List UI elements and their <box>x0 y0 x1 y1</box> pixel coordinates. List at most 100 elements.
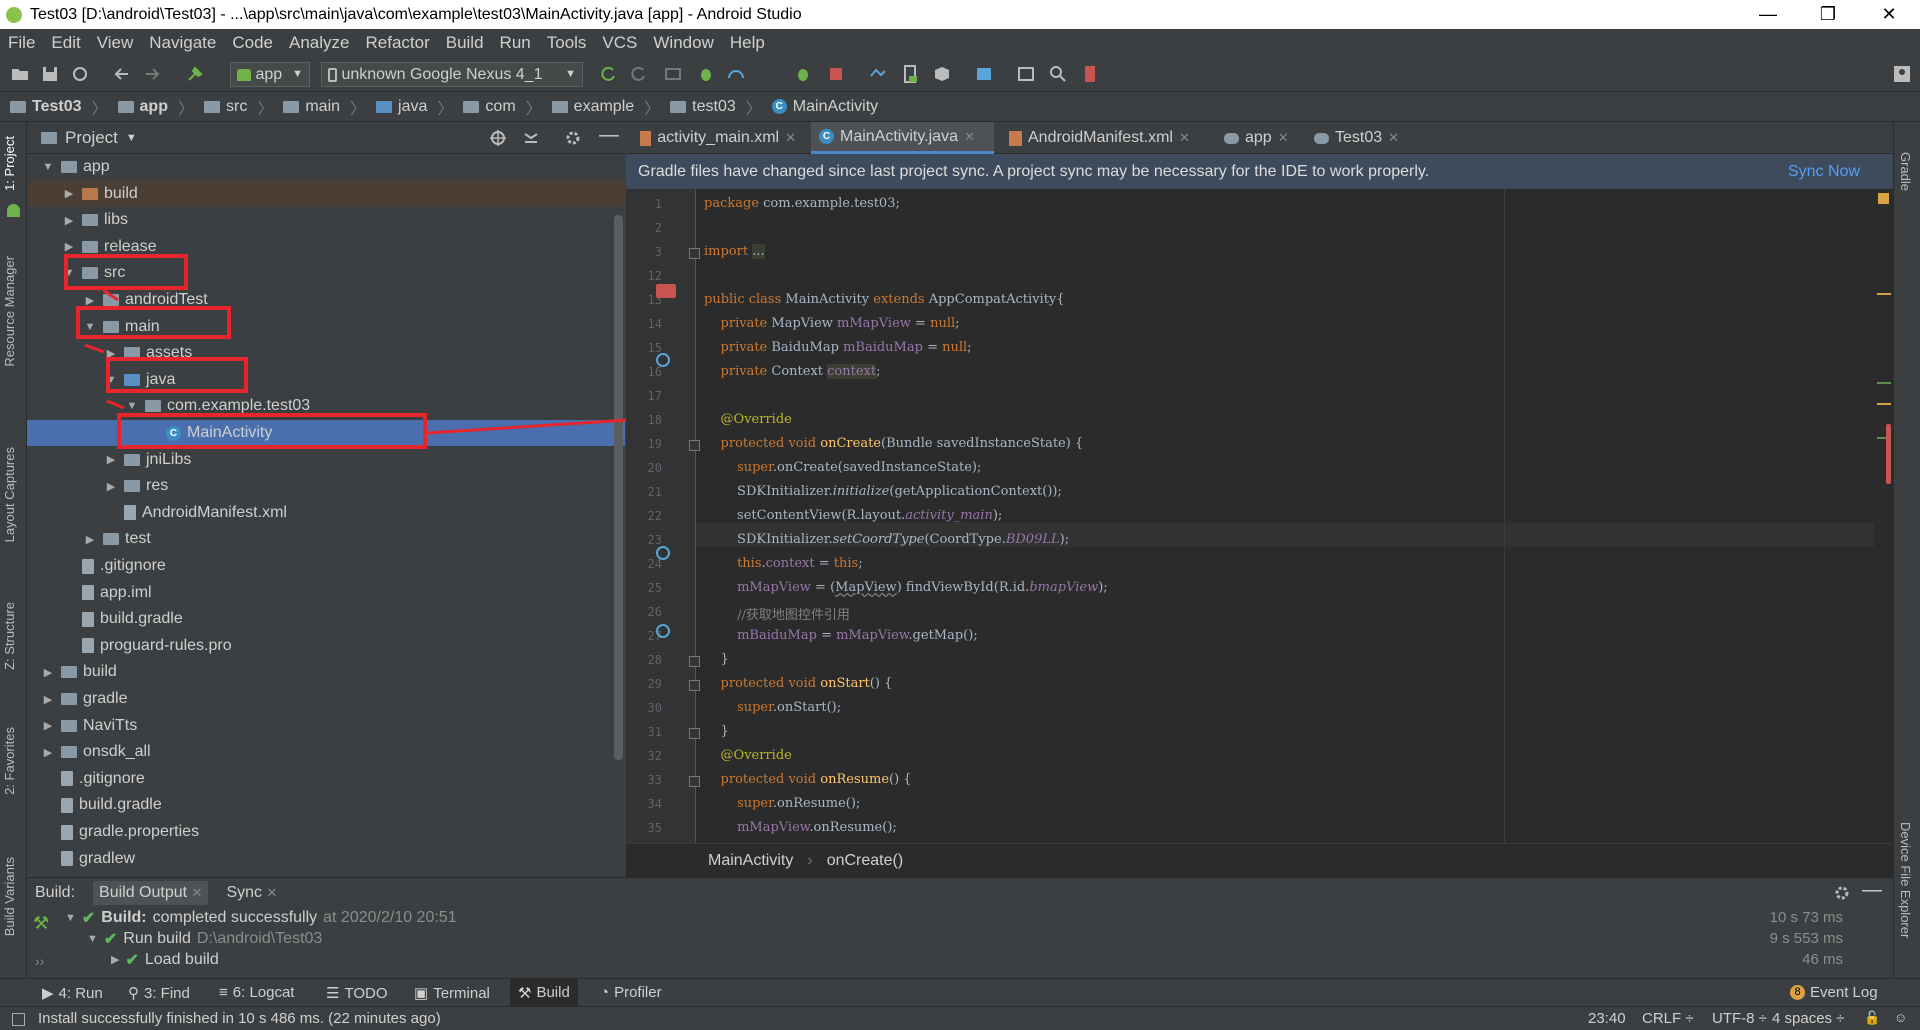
inspector-icon[interactable]: ☺ <box>1894 1010 1907 1025</box>
code-line[interactable]: package com.example.test03; <box>704 196 900 211</box>
tool-run[interactable]: ▶ 4: Run <box>42 984 103 1003</box>
tree-item[interactable]: ▶AndroidManifest.xml <box>27 500 625 526</box>
status-message[interactable]: Install successfully finished in 10 s 48… <box>38 1010 441 1027</box>
override-method-gutter-icon[interactable] <box>656 353 670 367</box>
code-line[interactable]: mMapView = (MapView) findViewById(R.id.b… <box>704 580 1108 595</box>
tree-item[interactable]: ▶app.iml <box>27 580 625 606</box>
code-line[interactable]: } <box>704 724 729 739</box>
collapsed-arrow-icon[interactable]: ▶ <box>83 533 97 546</box>
code-line[interactable]: setContentView(R.layout.activity_main); <box>704 508 1002 523</box>
warning-marker[interactable] <box>1877 403 1891 405</box>
code-line[interactable]: super.onResume(); <box>704 796 860 811</box>
fold-marker-icon[interactable] <box>689 728 700 739</box>
tab-build-variants[interactable]: Build Variants <box>2 857 17 936</box>
search-icon[interactable] <box>1048 64 1068 84</box>
tab-favorites[interactable]: 2: Favorites <box>2 727 17 795</box>
tree-item[interactable]: ▶build.gradle <box>27 792 625 818</box>
expand-arrow-icon[interactable]: ▼ <box>65 912 76 924</box>
override-method-gutter-icon[interactable] <box>656 546 670 560</box>
code-line[interactable]: mBaiduMap = mMapView.getMap(); <box>704 628 978 643</box>
collapsed-arrow-icon[interactable]: ▶ <box>41 746 55 759</box>
fold-marker-icon[interactable] <box>689 440 700 451</box>
breadcrumb-method[interactable]: onCreate() <box>827 852 903 870</box>
tool-profiler[interactable]: ◔ Profiler <box>600 984 662 1001</box>
close-window-button[interactable]: ✕ <box>1866 0 1912 29</box>
tree-item[interactable]: ▶.gitignore <box>27 553 625 579</box>
fold-marker-icon[interactable] <box>689 656 700 667</box>
code-line[interactable]: protected void onStart() { <box>704 676 893 691</box>
tree-item[interactable]: ▶proguard-rules.pro <box>27 633 625 659</box>
hide-panel-icon[interactable]: — <box>1862 879 1882 902</box>
tree-item[interactable]: ▶build.gradle <box>27 606 625 632</box>
breadcrumb-class[interactable]: MainActivity <box>708 852 793 870</box>
code-line[interactable]: private BaiduMap mBaiduMap = null; <box>704 340 972 355</box>
close-tab-icon[interactable]: ✕ <box>266 885 277 900</box>
sdk-manager-icon[interactable] <box>932 64 952 84</box>
build-row-run-build[interactable]: ▼ ✔ Run build D:\android\Test03 <box>87 928 322 949</box>
avd-manager-icon[interactable] <box>900 64 920 84</box>
caret-position[interactable]: 23:40 <box>1588 1010 1626 1027</box>
tab-sync[interactable]: Sync ✕ <box>226 884 277 902</box>
terminal-window-icon[interactable] <box>1016 64 1036 84</box>
code-line[interactable]: protected void onCreate(Bundle savedInst… <box>704 436 1084 451</box>
tool-logcat[interactable]: ≡ 6: Logcat <box>219 984 294 1001</box>
restore-button[interactable]: ❐ <box>1805 0 1851 29</box>
tool-todo[interactable]: ☰ TODO <box>326 984 388 1003</box>
code-line[interactable]: @Override <box>704 412 792 427</box>
code-line[interactable]: } <box>704 652 729 667</box>
close-tab-icon[interactable]: ✕ <box>1388 130 1399 146</box>
tool-build[interactable]: ⚒ Build <box>510 979 578 1006</box>
sync-now-link[interactable]: Sync Now <box>1788 163 1860 181</box>
code-line[interactable]: super.onStart(); <box>704 700 841 715</box>
lock-icon[interactable]: 🔓 <box>1864 1010 1880 1026</box>
tool-event-log[interactable]: 8 Event Log <box>1790 984 1878 1001</box>
close-tab-icon[interactable]: ✕ <box>1278 130 1289 146</box>
build-row-load-build[interactable]: ▶ ✔ Load build <box>111 949 219 970</box>
fold-marker-icon[interactable] <box>689 248 700 259</box>
change-marker[interactable] <box>1877 382 1891 384</box>
gear-icon[interactable] <box>1833 884 1851 902</box>
code-line[interactable]: //获取地图控件引用 <box>704 604 850 623</box>
close-tab-icon[interactable]: ✕ <box>785 130 796 146</box>
tree-item[interactable]: ▶ gradle <box>27 686 625 712</box>
tool-find[interactable]: ⚲ 3: Find <box>128 984 190 1003</box>
tab-gradle[interactable]: Gradle <box>1898 152 1913 191</box>
collapsed-arrow-icon[interactable]: ▶ <box>41 719 55 732</box>
code-line[interactable]: SDKInitializer.setCoordType(CoordType.BD… <box>704 532 1069 547</box>
editor-tab[interactable]: AndroidManifest.xml ✕ <box>1001 122 1209 154</box>
editor-tab[interactable]: C MainActivity.java ✕ <box>811 122 994 154</box>
tree-item[interactable]: ▶ onsdk_all <box>27 739 625 765</box>
tree-item[interactable]: ▶ NaviTts <box>27 713 625 739</box>
user-account-icon[interactable] <box>1892 64 1912 84</box>
editor-scrollbar-thumb[interactable] <box>1886 424 1891 484</box>
tree-item[interactable]: ▶ test <box>27 526 625 552</box>
editor-tab[interactable]: app ✕ <box>1216 122 1298 154</box>
indent-setting[interactable]: 4 spaces ÷ <box>1772 1010 1844 1027</box>
line-separator[interactable]: CRLF ÷ <box>1642 1010 1694 1027</box>
android-activity-gutter-icon[interactable] <box>656 284 676 298</box>
code-line[interactable]: protected void onResume() { <box>704 772 912 787</box>
tab-device-file-explorer[interactable]: Device File Explorer <box>1898 822 1913 938</box>
fold-marker-icon[interactable] <box>689 776 700 787</box>
code-line[interactable]: mMapView.onResume(); <box>704 820 897 835</box>
device-explorer-icon[interactable] <box>1080 64 1100 84</box>
tab-build-output[interactable]: Build Output ✕ <box>93 880 209 905</box>
code-line[interactable]: import ... <box>704 244 765 259</box>
sync-gradle-icon[interactable] <box>868 64 888 84</box>
tree-item[interactable]: ▶.gitignore <box>27 766 625 792</box>
minimize-button[interactable]: — <box>1745 0 1791 29</box>
collapsed-arrow-icon[interactable]: ▶ <box>41 693 55 706</box>
tree-item[interactable]: ▶gradle.properties <box>27 819 625 845</box>
tool-terminal[interactable]: ▣ Terminal <box>414 984 490 1003</box>
code-editor[interactable]: 1 2 3 12 13 14 15 16 17 18 19 20 21 22 23 24 25 26 27 28 29 3… <box>626 189 1886 843</box>
collapsed-arrow-icon[interactable]: ▶ <box>41 666 55 679</box>
collapse-arrow-icon[interactable]: ▶ <box>111 953 119 966</box>
tree-item[interactable]: ▶ build <box>27 659 625 685</box>
expand-icon[interactable]: ›› <box>35 953 44 969</box>
expand-arrow-icon[interactable]: ▼ <box>87 933 98 945</box>
editor-tab[interactable]: Test03 ✕ <box>1306 122 1410 154</box>
code-line[interactable]: @Override <box>704 748 792 763</box>
code-line[interactable]: super.onCreate(savedInstanceState); <box>704 460 981 475</box>
editor-tab[interactable]: activity_main.xml ✕ <box>632 122 804 154</box>
close-tab-icon[interactable]: ✕ <box>964 129 975 145</box>
